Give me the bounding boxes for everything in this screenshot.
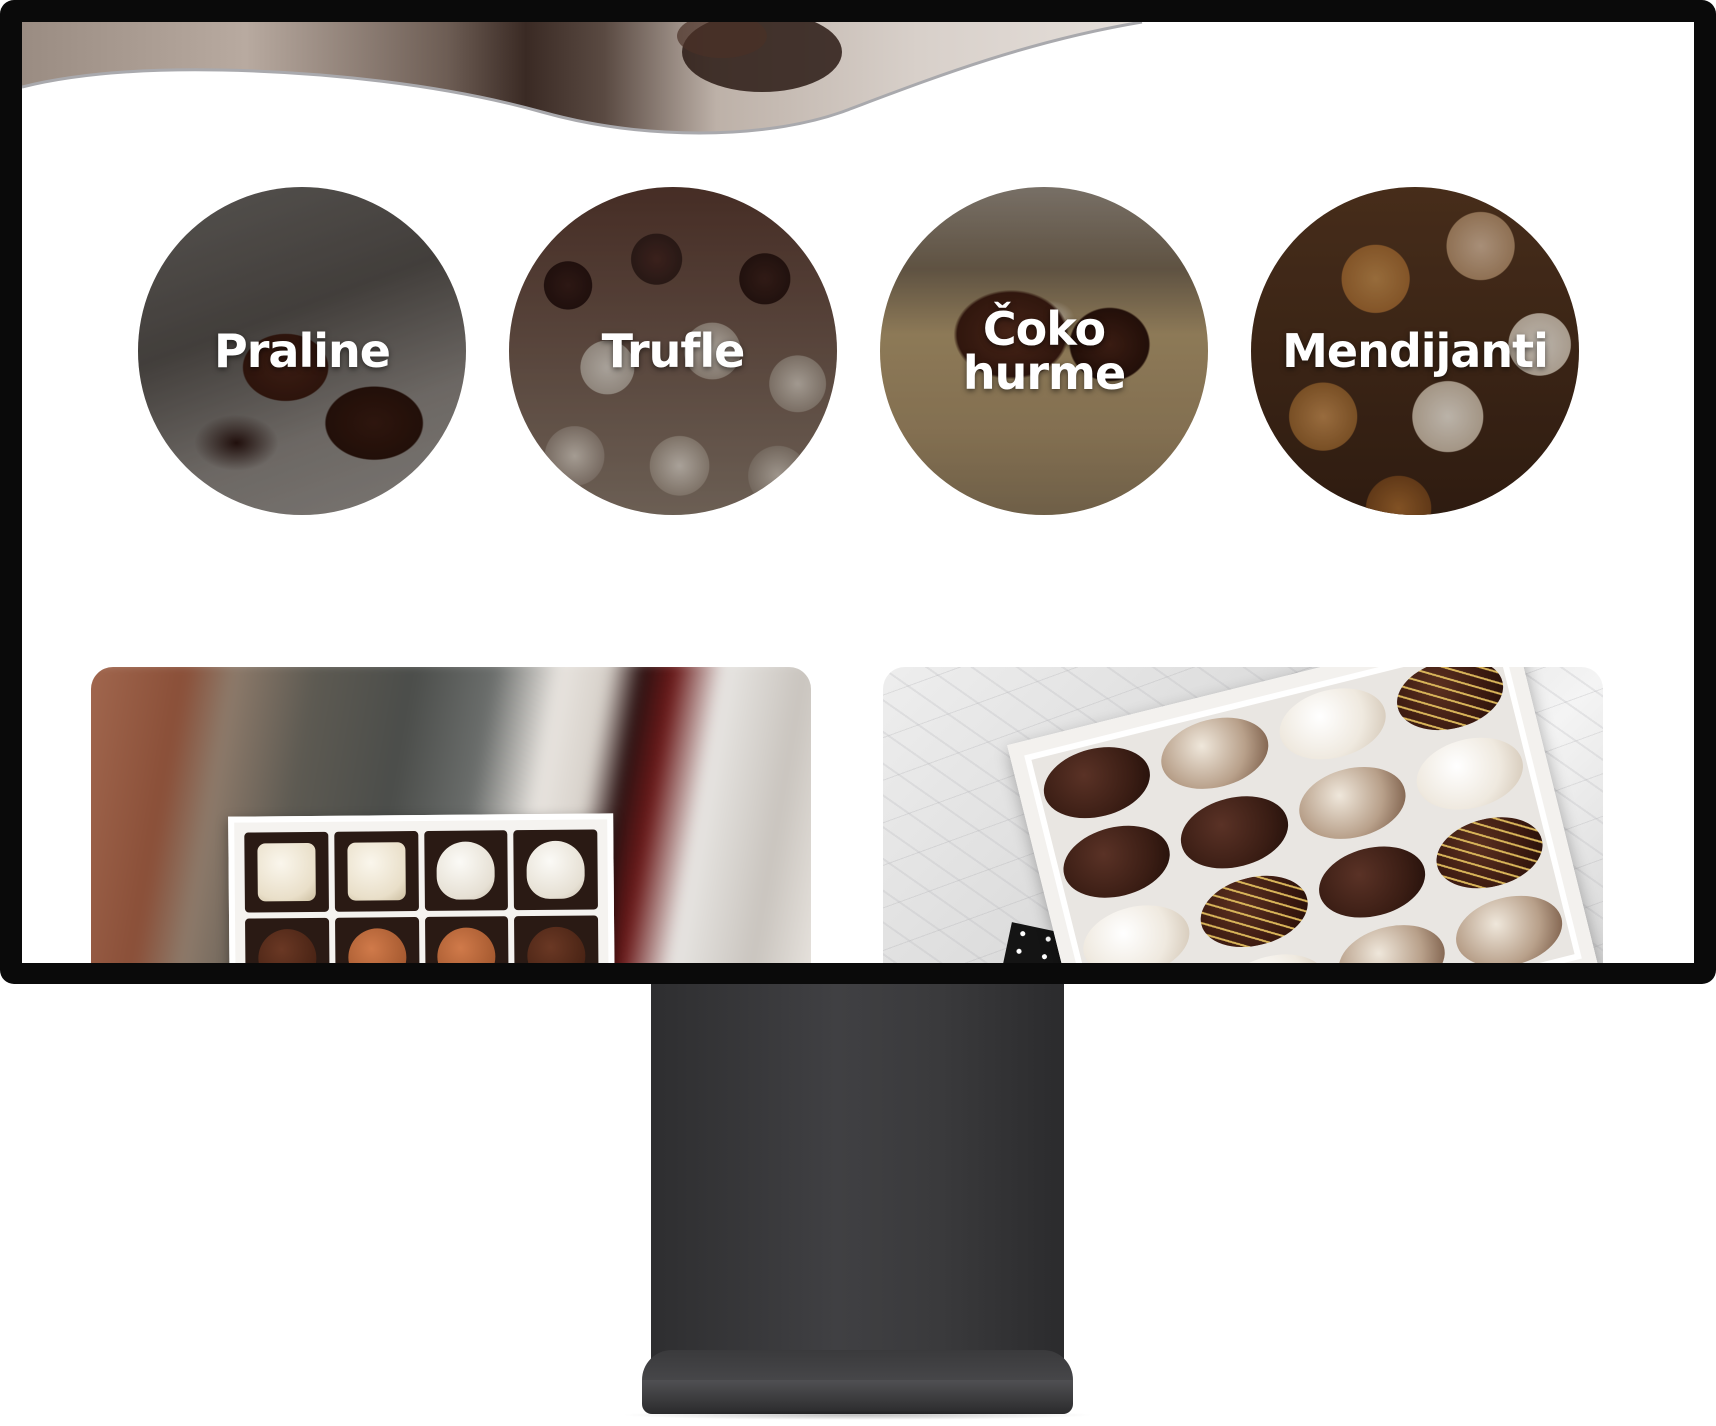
monitor-screen: Praline Trufle Čoko hurme Mendijanti (22, 22, 1694, 963)
truffle (1036, 736, 1158, 829)
truffle (1055, 815, 1178, 908)
truffle (1075, 894, 1198, 963)
praline-white (346, 842, 406, 901)
praline-milk (347, 928, 407, 963)
praline-heart (526, 840, 585, 900)
truffle (1428, 806, 1551, 899)
monitor-stand-foot (642, 1380, 1073, 1414)
truffle (1408, 727, 1531, 820)
praline-dark (527, 926, 586, 963)
truffle (1291, 756, 1413, 850)
truffle (1448, 885, 1570, 963)
category-mendijanti[interactable]: Mendijanti (1251, 187, 1579, 515)
stand-shadow (620, 1410, 1095, 1420)
category-coko-hurme[interactable]: Čoko hurme (880, 187, 1208, 515)
promo-card-praline-box[interactable] (91, 667, 811, 963)
praline-white (257, 842, 316, 902)
truffle (1330, 914, 1453, 963)
monitor-stand-neck (651, 984, 1064, 1402)
truffle (1153, 707, 1276, 800)
hero-image (22, 22, 1143, 135)
truffle (1389, 667, 1511, 741)
truffle (1173, 786, 1296, 879)
category-trufle[interactable]: Trufle (509, 187, 837, 515)
truffle (1193, 864, 1315, 958)
truffle (1310, 835, 1433, 928)
truffle (1271, 677, 1394, 771)
praline-milk (437, 927, 496, 963)
category-label: Praline (214, 324, 391, 378)
category-label: Mendijanti (1282, 324, 1549, 378)
category-praline[interactable]: Praline (138, 187, 466, 515)
praline-dark (257, 928, 317, 963)
monitor-bezel: Praline Trufle Čoko hurme Mendijanti (0, 0, 1716, 984)
truffle (1212, 943, 1335, 963)
praline-heart (436, 841, 496, 900)
praline-box-image (228, 813, 615, 963)
category-label: Čoko hurme (962, 302, 1126, 400)
promo-card-truffle-box[interactable] (883, 667, 1603, 963)
category-label: Trufle (601, 324, 746, 378)
